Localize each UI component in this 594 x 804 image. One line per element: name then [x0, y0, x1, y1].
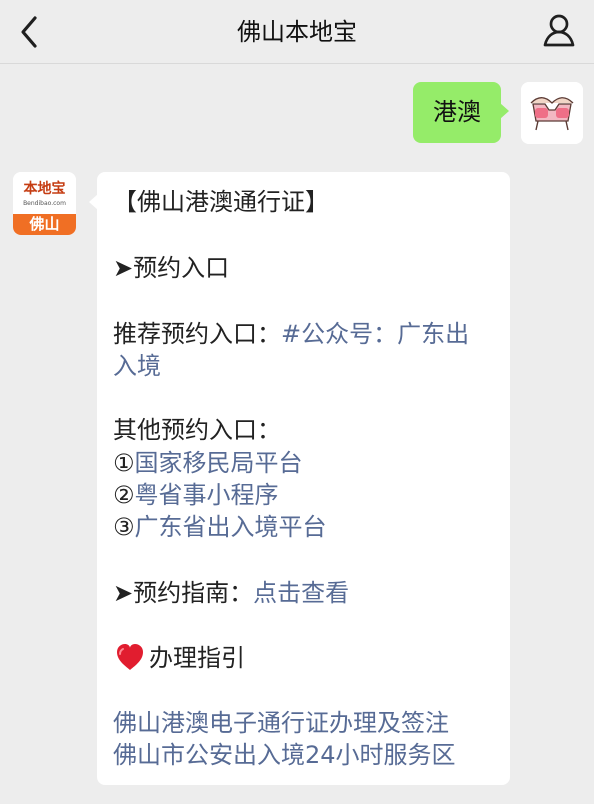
- item-marker-3: ③: [113, 513, 135, 541]
- recommended-entry-label: 推荐预约入口：: [113, 320, 281, 348]
- national-immigration-platform-link[interactable]: 国家移民局平台: [135, 449, 303, 477]
- bot-avatar-brand-top: 本地宝: [23, 181, 66, 197]
- view-guide-link[interactable]: 点击查看: [253, 579, 349, 607]
- recommended-entry-link[interactable]: #公众号：广东出: [281, 320, 469, 348]
- other-entry-heading: 其他预约入口：: [113, 416, 281, 444]
- process-guide-heading: 办理指引: [149, 644, 245, 672]
- chat-title: 佛山本地宝: [237, 18, 357, 46]
- user-message-text: 港澳: [433, 98, 481, 126]
- item-marker-2: ②: [113, 481, 135, 509]
- bot-avatar-city: 佛山: [29, 215, 60, 233]
- recommended-entry-line: 推荐预约入口：#公众号：广东出: [113, 318, 469, 350]
- user-avatar[interactable]: [521, 82, 583, 144]
- heart-icon: [117, 644, 143, 670]
- service-area-link[interactable]: 佛山市公安出入境24小时服务区: [113, 739, 456, 771]
- user-avatar-illustration: [521, 82, 583, 144]
- guangdong-exit-entry-platform-link[interactable]: 广东省出入境平台: [135, 513, 327, 541]
- appointment-guide-label: ➤预约指南：: [113, 579, 254, 607]
- bot-avatar-brand-url: Bendibao.com: [23, 200, 66, 207]
- bot-avatar[interactable]: 本地宝 Bendibao.com 佛山: [13, 172, 76, 235]
- item-marker-1: ①: [113, 449, 135, 477]
- recommended-entry-link-continuation[interactable]: 入境: [113, 350, 161, 382]
- electronic-permit-guide-link[interactable]: 佛山港澳电子通行证办理及签注: [113, 707, 449, 739]
- message-title: 【佛山港澳通行证】: [113, 188, 329, 216]
- user-message-bubble[interactable]: 港澳: [413, 82, 509, 143]
- other-entry-item-2: ②粤省事小程序: [113, 479, 279, 511]
- appointment-guide-line: ➤预约指南：点击查看: [113, 577, 349, 609]
- top-navigation-bar: 佛山本地宝: [0, 0, 594, 64]
- profile-icon[interactable]: [542, 14, 576, 48]
- chat-screen: 佛山本地宝 港澳 本地宝 Bendibao.com 佛山 【佛山港澳通行证】 ➤…: [0, 0, 594, 804]
- other-entry-item-3: ③广东省出入境平台: [113, 511, 327, 543]
- yueshengshi-mini-program-link[interactable]: 粤省事小程序: [135, 481, 279, 509]
- other-entry-item-1: ①国家移民局平台: [113, 447, 303, 479]
- appointment-section-heading: ➤预约入口: [113, 254, 230, 282]
